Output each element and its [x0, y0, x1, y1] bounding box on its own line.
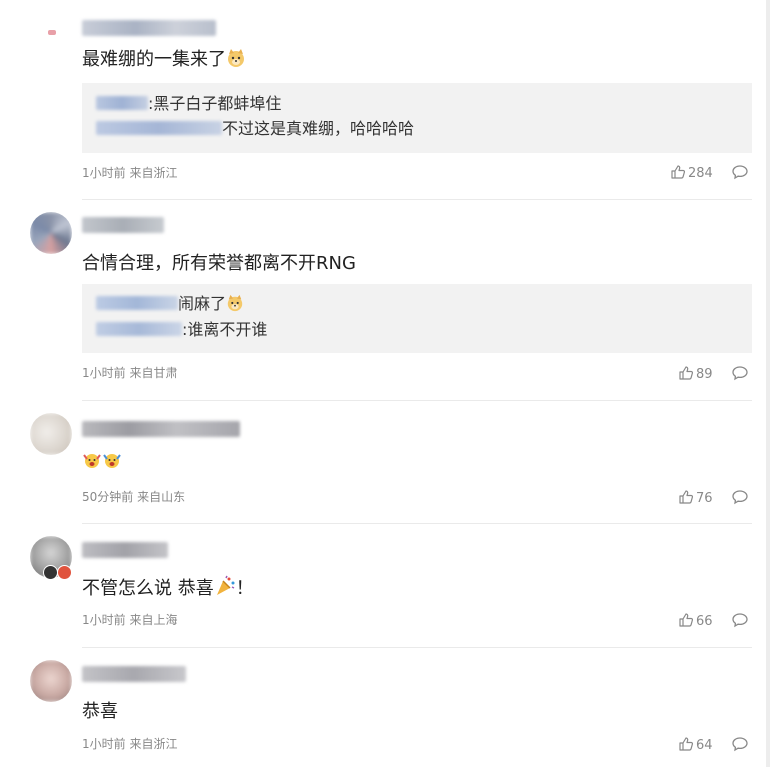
comment-bubble-icon[interactable]	[731, 736, 749, 752]
avatar[interactable]	[30, 413, 72, 455]
verified-badge-icon	[43, 565, 58, 580]
reply-line: 闹麻了	[96, 293, 244, 318]
thumbs-up-icon	[671, 165, 686, 179]
comment-text	[82, 451, 122, 478]
like-count: 284	[688, 166, 713, 181]
reply-box[interactable]: 闹麻了 :谁离不开谁	[82, 284, 752, 353]
thumbs-up-icon	[679, 613, 694, 627]
comment-text: 不管怎么说 恭喜！	[82, 575, 254, 604]
avatar[interactable]	[30, 8, 72, 50]
comment-bubble-icon[interactable]	[731, 489, 749, 505]
reply-line: :黑子白子都蚌埠住	[96, 93, 281, 115]
like-button[interactable]: 284	[670, 164, 713, 182]
thumbs-up-icon	[679, 490, 694, 504]
comment-item: 50分钟前 来自山东 76	[0, 401, 766, 524]
username[interactable]	[82, 542, 168, 558]
comment-meta: 1小时前 来自甘肃	[82, 366, 178, 380]
comment-meta: 1小时前 来自上海	[82, 613, 178, 627]
like-button[interactable]: 76	[678, 489, 713, 507]
like-button[interactable]: 89	[678, 365, 713, 383]
comment-bubble-icon[interactable]	[731, 612, 749, 628]
reply-username[interactable]	[96, 96, 148, 110]
username[interactable]	[82, 20, 216, 36]
reply-username[interactable]	[96, 322, 182, 336]
like-count: 89	[696, 367, 713, 382]
comment-item: 不管怎么说 恭喜！ 1小时前 来自上海 66	[0, 524, 766, 648]
reply-box[interactable]: :黑子白子都蚌埠住 不过这是真难绷，哈哈哈哈	[82, 83, 752, 153]
comment-text: 最难绷的一集来了	[82, 48, 246, 75]
avatar[interactable]	[30, 212, 72, 254]
like-count: 76	[696, 491, 713, 506]
username[interactable]	[82, 666, 186, 682]
comment-text: 恭喜	[82, 701, 118, 722]
username[interactable]	[82, 421, 240, 437]
comment-meta: 1小时前 来自浙江	[82, 166, 178, 180]
comment-meta: 1小时前 来自浙江	[82, 737, 178, 751]
like-button[interactable]: 66	[678, 612, 713, 630]
thumbs-up-icon	[679, 737, 694, 751]
party-popper-emoji-icon	[214, 575, 236, 604]
cheering-emoji-icon	[82, 451, 102, 478]
thumbs-up-icon	[679, 366, 694, 380]
doge-emoji-icon	[226, 48, 246, 75]
like-count: 64	[696, 738, 713, 753]
page-scrollbar[interactable]	[766, 0, 770, 767]
username[interactable]	[82, 217, 164, 233]
comment-bubble-icon[interactable]	[731, 164, 749, 180]
comment-item: 最难绷的一集来了 :黑子白子都蚌埠住 不过这是真难绷，哈哈哈哈 1小时前 来自浙…	[0, 0, 766, 200]
reply-line: :谁离不开谁	[96, 319, 267, 341]
avatar[interactable]	[30, 660, 72, 702]
cheering-emoji-icon	[102, 451, 122, 478]
comment-meta: 50分钟前 来自山东	[82, 490, 186, 504]
like-button[interactable]: 64	[678, 736, 713, 754]
doge-emoji-icon	[226, 294, 244, 318]
comment-bubble-icon[interactable]	[731, 365, 749, 381]
like-count: 66	[696, 614, 713, 629]
reply-line: 不过这是真难绷，哈哈哈哈	[96, 118, 414, 140]
reply-username[interactable]	[96, 121, 222, 135]
reply-username[interactable]	[96, 296, 178, 310]
comment-item: 合情合理，所有荣誉都离不开RNG 闹麻了 :谁离不开谁 1小时前 来自甘肃 89	[0, 200, 766, 401]
verified-badge-icon	[57, 565, 72, 580]
comment-text: 合情合理，所有荣誉都离不开RNG	[82, 253, 356, 274]
comment-item: 恭喜 1小时前 来自浙江 64	[0, 648, 766, 767]
